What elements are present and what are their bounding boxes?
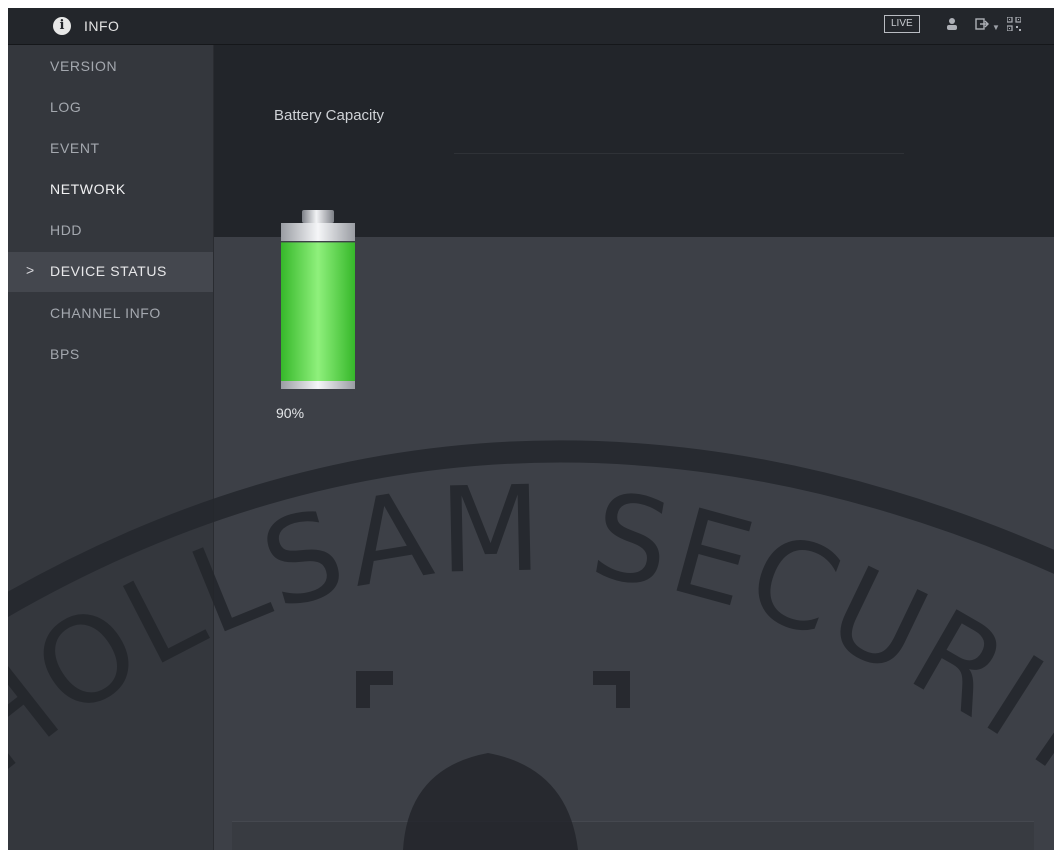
page-title: INFO — [84, 18, 120, 34]
sidebar-item-network[interactable]: NETWORK — [8, 170, 213, 210]
sidebar-item-label: DEVICE STATUS — [50, 263, 167, 279]
bottom-panel — [232, 821, 1034, 850]
top-bar: i INFO LIVE ▼ — [8, 8, 1054, 45]
main-content: Battery Capacity 90% — [214, 45, 1054, 850]
app-window: i INFO LIVE ▼ VERSION LOG EVENT NETWORK … — [8, 8, 1054, 850]
battery-percentage: 90% — [276, 405, 305, 421]
sidebar-item-label: BPS — [50, 346, 80, 362]
qr-code-icon[interactable] — [1007, 17, 1021, 31]
live-button[interactable]: LIVE — [884, 15, 920, 33]
battery-icon — [281, 210, 355, 389]
sidebar-item-version[interactable]: VERSION — [8, 47, 213, 87]
divider — [454, 153, 904, 154]
chevron-right-icon: > — [26, 262, 35, 278]
section-title: Battery Capacity — [274, 107, 385, 124]
sidebar-item-channel-info[interactable]: CHANNEL INFO — [8, 294, 213, 334]
chevron-down-icon[interactable]: ▼ — [992, 23, 1000, 32]
sidebar-item-label: EVENT — [50, 140, 100, 156]
battery-terminal — [302, 210, 334, 223]
sidebar-item-label: VERSION — [50, 58, 118, 74]
logout-icon[interactable] — [975, 17, 989, 31]
sidebar-item-hdd[interactable]: HDD — [8, 211, 213, 251]
sidebar-item-event[interactable]: EVENT — [8, 129, 213, 169]
battery-level-fill — [281, 242, 355, 381]
sidebar-item-log[interactable]: LOG — [8, 88, 213, 128]
battery-bottom-ring — [281, 381, 355, 389]
battery-top-ring — [281, 223, 355, 241]
user-icon[interactable] — [946, 17, 958, 31]
sidebar-item-label: CHANNEL INFO — [50, 305, 161, 321]
sidebar-item-label: NETWORK — [50, 181, 126, 197]
content-header-panel: Battery Capacity — [214, 45, 1054, 237]
sidebar-item-label: HDD — [50, 222, 83, 238]
sidebar-item-label: LOG — [50, 99, 82, 115]
sidebar-item-device-status[interactable]: > DEVICE STATUS — [8, 252, 213, 292]
info-icon: i — [53, 17, 71, 35]
sidebar-item-bps[interactable]: BPS — [8, 335, 213, 375]
sidebar-nav: VERSION LOG EVENT NETWORK HDD > DEVICE S… — [8, 45, 214, 850]
